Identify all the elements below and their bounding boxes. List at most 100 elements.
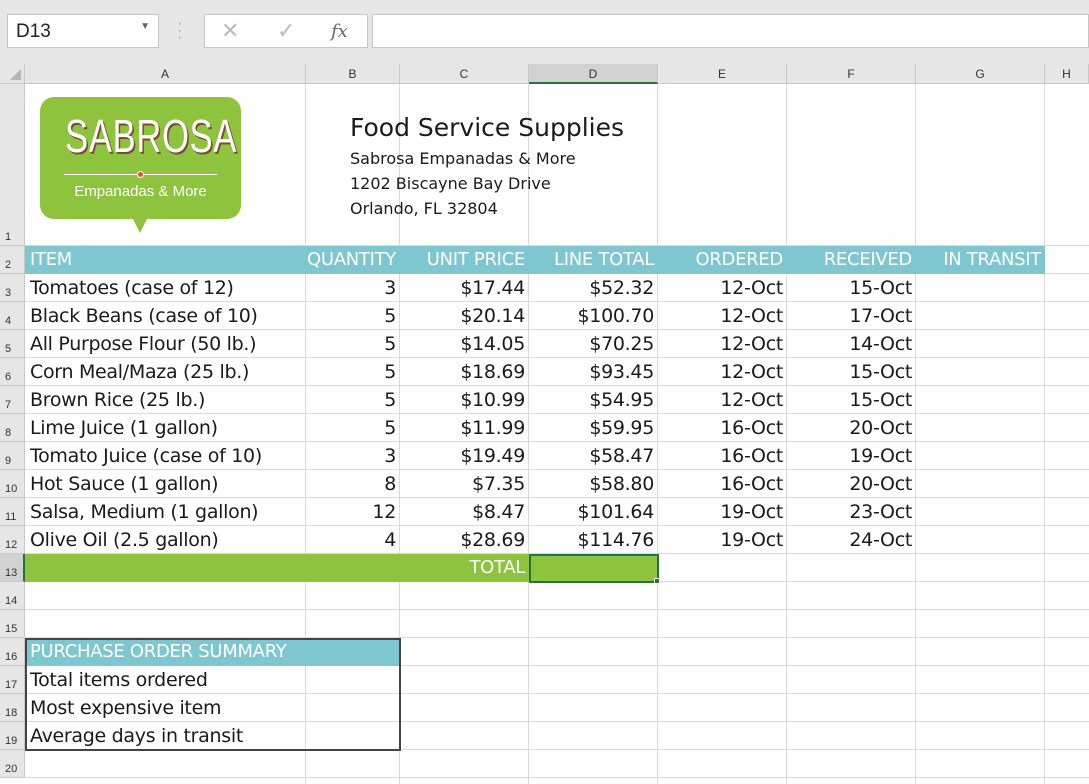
table-cell[interactable]: 12 xyxy=(306,498,400,526)
table-cell[interactable]: $10.99 xyxy=(400,386,529,414)
table-cell[interactable]: 5 xyxy=(306,414,400,442)
table-cell[interactable]: 4 xyxy=(306,526,400,554)
table-cell[interactable]: $11.99 xyxy=(400,414,529,442)
table-cell[interactable]: $17.44 xyxy=(400,274,529,302)
table-cell[interactable]: 15-Oct xyxy=(787,386,916,414)
table-cell[interactable]: 3 xyxy=(306,442,400,470)
table-cell[interactable]: 15-Oct xyxy=(787,358,916,386)
header-cell[interactable]: QUANTITY xyxy=(306,246,400,274)
table-cell[interactable]: Black Beans (case of 10) xyxy=(25,302,306,330)
table-cell[interactable]: 3 xyxy=(306,274,400,302)
insert-function-icon[interactable]: fx xyxy=(331,21,348,42)
table-cell[interactable]: 14-Oct xyxy=(787,330,916,358)
row-header-10[interactable]: 10 xyxy=(0,470,25,498)
table-cell[interactable]: 15-Oct xyxy=(787,274,916,302)
table-cell[interactable]: 12-Oct xyxy=(658,302,787,330)
enter-icon[interactable]: ✓ xyxy=(277,18,295,44)
row-header-2[interactable]: 2 xyxy=(0,246,25,274)
name-box[interactable]: D13 ▼ xyxy=(7,14,159,48)
row-header-11[interactable]: 11 xyxy=(0,498,25,526)
table-cell[interactable]: $8.47 xyxy=(400,498,529,526)
formula-input[interactable] xyxy=(372,14,1089,48)
table-cell[interactable]: $14.05 xyxy=(400,330,529,358)
table-cell[interactable]: $70.25 xyxy=(529,330,658,358)
column-header-h[interactable]: H xyxy=(1045,64,1089,84)
row-header-8[interactable]: 8 xyxy=(0,414,25,442)
table-cell[interactable]: 12-Oct xyxy=(658,358,787,386)
table-cell[interactable]: $20.14 xyxy=(400,302,529,330)
column-header-e[interactable]: E xyxy=(658,64,787,84)
header-cell[interactable]: LINE TOTAL xyxy=(529,246,658,274)
table-cell[interactable]: Corn Meal/Maza (25 lb.) xyxy=(25,358,306,386)
column-header-g[interactable]: G xyxy=(916,64,1045,84)
row-header-3[interactable]: 3 xyxy=(0,274,25,302)
table-cell[interactable]: $93.45 xyxy=(529,358,658,386)
table-cell[interactable]: 5 xyxy=(306,386,400,414)
table-cell[interactable]: 16-Oct xyxy=(658,414,787,442)
table-cell[interactable]: $58.47 xyxy=(529,442,658,470)
table-cell[interactable]: 5 xyxy=(306,302,400,330)
table-cell[interactable]: 19-Oct xyxy=(658,498,787,526)
row-header-5[interactable]: 5 xyxy=(0,330,25,358)
row-header-9[interactable]: 9 xyxy=(0,442,25,470)
chevron-down-icon[interactable]: ▼ xyxy=(140,21,150,32)
table-cell[interactable]: Lime Juice (1 gallon) xyxy=(25,414,306,442)
table-cell[interactable]: $58.80 xyxy=(529,470,658,498)
table-cell[interactable]: 19-Oct xyxy=(658,526,787,554)
table-cell[interactable]: 20-Oct xyxy=(787,470,916,498)
drag-handle-icon[interactable]: · · · xyxy=(177,16,182,46)
column-header-f[interactable]: F xyxy=(787,64,916,84)
row-header-12[interactable]: 12 xyxy=(0,526,25,554)
table-cell[interactable]: 16-Oct xyxy=(658,470,787,498)
table-cell[interactable]: 23-Oct xyxy=(787,498,916,526)
header-cell[interactable]: IN TRANSIT xyxy=(916,246,1045,274)
table-cell[interactable]: 20-Oct xyxy=(787,414,916,442)
row-header-16[interactable]: 16 xyxy=(0,638,25,666)
table-cell[interactable]: 12-Oct xyxy=(658,330,787,358)
row-header-18[interactable]: 18 xyxy=(0,694,25,722)
row-header-6[interactable]: 6 xyxy=(0,358,25,386)
header-cell[interactable]: ORDERED xyxy=(658,246,787,274)
table-cell[interactable]: $101.64 xyxy=(529,498,658,526)
row-header-7[interactable]: 7 xyxy=(0,386,25,414)
table-cell[interactable]: 12-Oct xyxy=(658,274,787,302)
table-cell[interactable]: Brown Rice (25 lb.) xyxy=(25,386,306,414)
table-cell[interactable]: Tomato Juice (case of 10) xyxy=(25,442,306,470)
table-cell[interactable]: $100.70 xyxy=(529,302,658,330)
column-header-d[interactable]: D xyxy=(529,64,658,84)
table-cell[interactable]: 19-Oct xyxy=(787,442,916,470)
table-cell[interactable]: Hot Sauce (1 gallon) xyxy=(25,470,306,498)
table-cell[interactable]: $114.76 xyxy=(529,526,658,554)
row-header-17[interactable]: 17 xyxy=(0,666,25,694)
column-header-a[interactable]: A xyxy=(25,64,306,84)
column-header-b[interactable]: B xyxy=(306,64,400,84)
table-cell[interactable]: Salsa, Medium (1 gallon) xyxy=(25,498,306,526)
row-header-19[interactable]: 19 xyxy=(0,722,25,750)
table-cell[interactable]: $28.69 xyxy=(400,526,529,554)
cancel-icon[interactable]: ✕ xyxy=(221,18,239,44)
table-cell[interactable]: $7.35 xyxy=(400,470,529,498)
row-header-4[interactable]: 4 xyxy=(0,302,25,330)
header-cell[interactable]: ITEM xyxy=(25,246,306,274)
table-cell[interactable]: 5 xyxy=(306,330,400,358)
table-cell[interactable]: $52.32 xyxy=(529,274,658,302)
column-header-c[interactable]: C xyxy=(400,64,529,84)
table-cell[interactable]: $19.49 xyxy=(400,442,529,470)
table-cell[interactable]: 12-Oct xyxy=(658,386,787,414)
row-header-20[interactable]: 20 xyxy=(0,750,25,778)
select-all-button[interactable] xyxy=(0,64,25,84)
row-header-15[interactable]: 15 xyxy=(0,610,25,638)
table-cell[interactable]: $54.95 xyxy=(529,386,658,414)
row-header-13[interactable]: 13 xyxy=(0,554,25,582)
row-header-1[interactable]: 1 xyxy=(0,84,25,246)
table-cell[interactable]: 17-Oct xyxy=(787,302,916,330)
table-cell[interactable]: $18.69 xyxy=(400,358,529,386)
total-label[interactable]: TOTAL xyxy=(400,554,529,582)
table-cell[interactable]: Tomatoes (case of 12) xyxy=(25,274,306,302)
header-cell[interactable]: UNIT PRICE xyxy=(400,246,529,274)
table-cell[interactable]: 24-Oct xyxy=(787,526,916,554)
row-header-14[interactable]: 14 xyxy=(0,582,25,610)
table-cell[interactable]: 5 xyxy=(306,358,400,386)
table-cell[interactable]: Olive Oil (2.5 gallon) xyxy=(25,526,306,554)
fill-handle[interactable] xyxy=(654,578,660,584)
